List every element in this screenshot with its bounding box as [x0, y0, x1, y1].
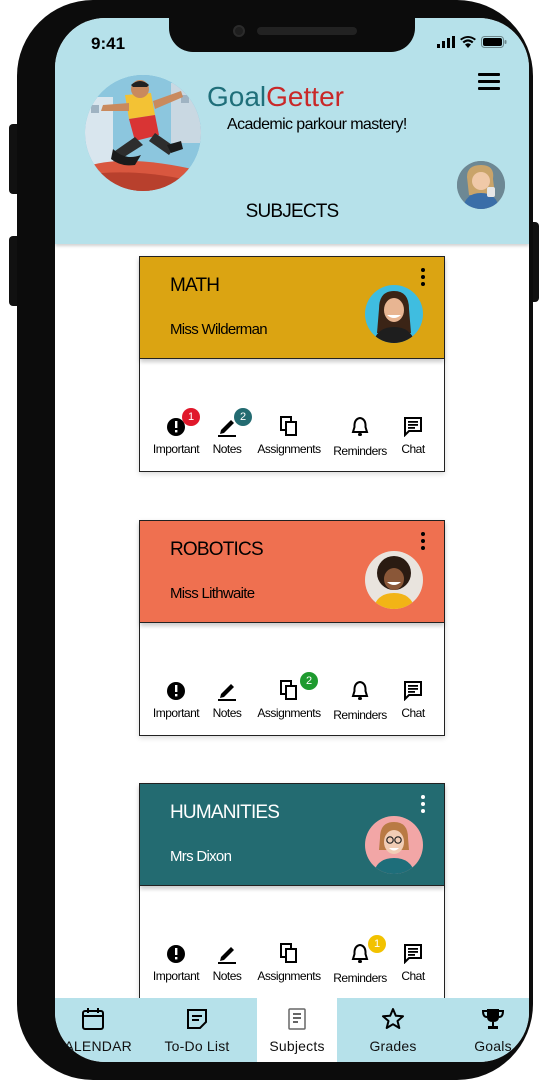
- action-label: Chat: [401, 706, 425, 720]
- notification-badge: 2: [234, 408, 252, 426]
- todo-list-icon: [187, 1009, 207, 1029]
- app-name-part1: Goal: [207, 81, 267, 112]
- pencil-icon: [218, 684, 236, 701]
- action-notes[interactable]: Notes: [204, 679, 250, 729]
- teacher-avatar: [365, 816, 423, 874]
- teacher-name: Miss Wilderman: [170, 321, 268, 338]
- star-icon: [382, 1008, 404, 1029]
- hamburger-menu-icon[interactable]: [478, 73, 500, 93]
- subject-card-math[interactable]: MATH Miss Wilderman 1 Important 2 Notes …: [139, 256, 445, 472]
- action-label: Assignments: [257, 969, 321, 983]
- assignments-icon: [280, 943, 297, 963]
- bell-icon: [351, 416, 369, 436]
- subjects-icon: [288, 1008, 306, 1030]
- nav-grades[interactable]: Grades: [351, 998, 435, 1062]
- action-label: Chat: [401, 442, 425, 456]
- action-label: Important: [152, 706, 200, 720]
- action-label: Notes: [212, 969, 242, 983]
- calendar-icon: [82, 1008, 104, 1030]
- nav-label: Grades: [369, 1038, 417, 1054]
- card-header: HUMANITIES Mrs Dixon: [140, 784, 444, 886]
- nav-label: CALENDAR: [55, 1038, 132, 1054]
- nav-label: To-Do List: [164, 1038, 230, 1054]
- status-icons: [437, 36, 507, 48]
- important-icon: [167, 682, 185, 700]
- more-options-icon[interactable]: [420, 795, 426, 815]
- teacher-avatar: [365, 551, 423, 609]
- teacher-name: Mrs Dixon: [170, 848, 232, 865]
- chat-icon: [404, 944, 422, 964]
- action-reminders[interactable]: Reminders: [330, 415, 390, 465]
- action-notes[interactable]: Notes: [204, 942, 250, 992]
- action-reminders[interactable]: 1 Reminders: [330, 935, 390, 992]
- wifi-icon: [460, 36, 476, 48]
- battery-icon: [481, 36, 507, 48]
- assignments-icon: [280, 416, 297, 436]
- chat-icon: [404, 681, 422, 701]
- action-label: Assignments: [257, 442, 321, 456]
- card-actions: 1 Important 2 Notes Assignments Reminder…: [140, 408, 444, 465]
- nav-label: Goals: [474, 1038, 512, 1054]
- action-label: Notes: [212, 442, 242, 456]
- action-important[interactable]: Important: [148, 679, 204, 729]
- action-chat[interactable]: Chat: [394, 415, 432, 465]
- action-label: Reminders: [333, 708, 387, 722]
- action-assignments[interactable]: 2 Assignments: [254, 672, 324, 729]
- chat-icon: [404, 417, 422, 437]
- card-header: MATH Miss Wilderman: [140, 257, 444, 359]
- subject-card-humanities[interactable]: HUMANITIES Mrs Dixon Important Notes Ass…: [139, 783, 445, 999]
- app-name-part2: Getter: [266, 81, 344, 112]
- app-logo: [85, 75, 201, 191]
- trophy-icon: [481, 1009, 505, 1029]
- action-important[interactable]: 1 Important: [148, 408, 204, 465]
- action-label: Reminders: [333, 444, 387, 458]
- subject-name: MATH: [170, 275, 220, 296]
- nav-goals[interactable]: Goals: [451, 998, 529, 1062]
- app-tagline: Academic parkour mastery!: [227, 116, 407, 133]
- action-notes[interactable]: 2 Notes: [204, 408, 252, 465]
- action-reminders[interactable]: Reminders: [330, 679, 390, 729]
- action-label: Reminders: [333, 971, 387, 985]
- action-assignments[interactable]: Assignments: [254, 415, 324, 465]
- status-time: 9:41: [91, 34, 126, 53]
- action-assignments[interactable]: Assignments: [254, 942, 324, 992]
- nav-subjects[interactable]: Subjects: [257, 998, 337, 1062]
- nav-calendar[interactable]: CALENDAR: [55, 998, 143, 1062]
- card-header: ROBOTICS Miss Lithwaite: [140, 521, 444, 623]
- bottom-navigation: CALENDAR To-Do List Subjects Grades Goal…: [55, 998, 529, 1062]
- action-label: Assignments: [257, 706, 321, 720]
- phone-notch: [169, 18, 415, 52]
- subject-name: ROBOTICS: [170, 539, 264, 560]
- nav-label: Subjects: [269, 1038, 325, 1054]
- card-actions: Important Notes 2 Assignments Reminders: [140, 672, 444, 729]
- phone-frame: GoalGetter Academic parkour mastery! SUB…: [17, 0, 533, 1080]
- action-chat[interactable]: Chat: [394, 942, 432, 992]
- teacher-avatar: [365, 285, 423, 343]
- assignments-icon: [280, 680, 297, 700]
- action-chat[interactable]: Chat: [394, 679, 432, 729]
- page-title: SUBJECTS: [245, 201, 340, 222]
- notification-badge: 1: [368, 935, 386, 953]
- app-screen: GoalGetter Academic parkour mastery! SUB…: [55, 18, 529, 1062]
- app-name: GoalGetter: [207, 81, 344, 113]
- signal-icon: [437, 36, 455, 48]
- subject-card-robotics[interactable]: ROBOTICS Miss Lithwaite Important Notes …: [139, 520, 445, 736]
- card-actions: Important Notes Assignments 1 Reminders: [140, 935, 444, 992]
- subject-name: HUMANITIES: [170, 802, 280, 823]
- bell-icon: [351, 680, 369, 700]
- nav-todo-list[interactable]: To-Do List: [151, 998, 243, 1062]
- action-label: Important: [152, 442, 200, 456]
- teacher-name: Miss Lithwaite: [170, 585, 255, 602]
- notification-badge: 2: [300, 672, 318, 690]
- important-icon: [167, 945, 185, 963]
- pencil-icon: [218, 947, 236, 964]
- more-options-icon[interactable]: [420, 532, 426, 552]
- action-important[interactable]: Important: [148, 942, 204, 992]
- action-label: Important: [152, 969, 200, 983]
- more-options-icon[interactable]: [420, 268, 426, 288]
- action-label: Notes: [212, 706, 242, 720]
- notification-badge: 1: [182, 408, 200, 426]
- action-label: Chat: [401, 969, 425, 983]
